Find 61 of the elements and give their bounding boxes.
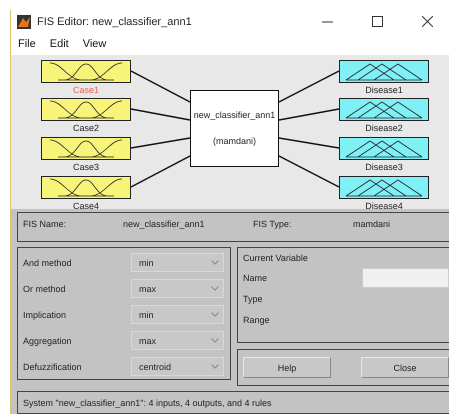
app-logo-icon: [17, 14, 31, 28]
method-label: Or method: [23, 284, 66, 294]
connector-line: [130, 70, 190, 103]
system-name: new_classifier_ann1: [194, 110, 276, 120]
system-node[interactable]: new_classifier_ann1 (mamdani): [190, 90, 279, 167]
help-button[interactable]: Help: [243, 357, 331, 378]
method-label: Implication: [23, 310, 66, 320]
maximize-icon: [372, 16, 382, 27]
status-text: System "new_classifier_ann1": 4 inputs, 4 outputs, and 4 rules: [23, 398, 272, 408]
method-dropdown[interactable]: max: [131, 279, 224, 298]
menu-item[interactable]: Edit: [50, 38, 69, 50]
input-variable-node[interactable]: [41, 176, 131, 199]
panel-title: Current Variable: [243, 253, 309, 263]
input-label: Case2: [72, 122, 100, 133]
close-dialog-button[interactable]: Close: [361, 357, 449, 378]
chevron-down-icon: [211, 260, 219, 265]
system-type: (mamdani): [212, 136, 256, 146]
method-label: And method: [23, 258, 72, 268]
variable-field-label: Range: [243, 314, 270, 324]
input-label: Case4: [72, 200, 100, 209]
fis-type-value: mamdani: [353, 219, 392, 229]
method-label: Aggregation: [23, 336, 72, 346]
input-variable-node[interactable]: [41, 98, 131, 121]
method-dropdown[interactable]: min: [131, 253, 224, 272]
method-dropdown[interactable]: min: [131, 305, 224, 324]
name-input-field[interactable]: [362, 268, 449, 288]
connector-line: [130, 155, 190, 188]
chevron-down-icon: [211, 338, 219, 343]
method-dropdown[interactable]: max: [131, 331, 224, 350]
close-icon: [422, 16, 432, 27]
output-label: Disease1: [364, 84, 404, 95]
window-title: FIS Editor: new_classifier_ann1: [37, 16, 193, 28]
connector-line: [278, 155, 340, 188]
input-variable-node[interactable]: [41, 60, 131, 83]
method-dropdown[interactable]: centroid: [131, 357, 224, 376]
chevron-down-icon: [211, 312, 219, 317]
output-variable-node[interactable]: [339, 136, 429, 160]
input-label: Case3: [72, 162, 100, 172]
connector-line: [130, 108, 190, 121]
output-label: Disease3: [364, 162, 404, 172]
method-label: Defuzzification: [23, 362, 82, 372]
output-variable-node[interactable]: [339, 176, 429, 199]
connector-line: [130, 137, 190, 149]
output-variable-node[interactable]: [339, 98, 429, 121]
input-label: Case1: [72, 84, 100, 95]
connector-line: [278, 70, 340, 103]
connector-line: [278, 137, 340, 149]
input-variable-node[interactable]: [41, 136, 131, 160]
menu-item[interactable]: View: [82, 38, 106, 50]
connector-line: [278, 108, 340, 121]
fis-name-label: FIS Name:: [23, 219, 68, 229]
output-variable-node[interactable]: [339, 60, 429, 83]
variable-field-label: Name: [243, 272, 268, 282]
fis-name-value: new_classifier_ann1: [123, 219, 206, 229]
variable-field-label: Type: [243, 294, 263, 304]
output-label: Disease4: [364, 200, 404, 209]
chevron-down-icon: [211, 364, 219, 369]
output-label: Disease2: [364, 122, 404, 133]
menu-item[interactable]: File: [18, 38, 36, 50]
fis-type-label: FIS Type:: [253, 219, 292, 229]
chevron-down-icon: [211, 286, 219, 291]
